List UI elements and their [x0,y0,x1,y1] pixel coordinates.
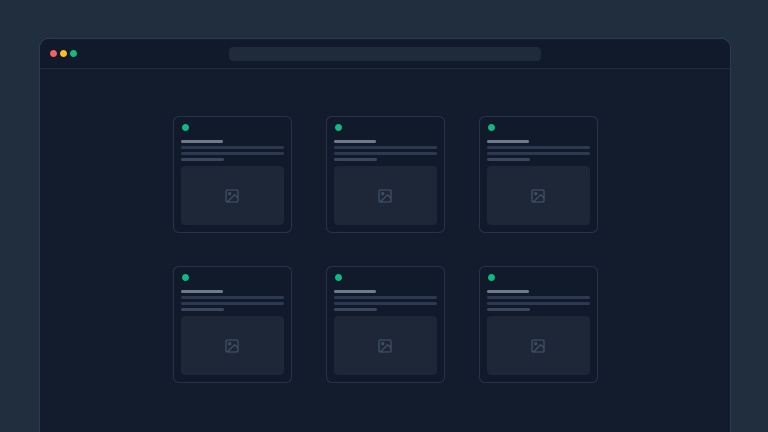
skeleton-body-line [487,296,590,299]
status-dot [335,274,342,281]
image-placeholder [487,166,590,225]
status-dot [488,274,495,281]
image-icon [377,338,393,354]
status-dot [488,124,495,131]
skeleton-body-line [334,146,437,149]
skeleton-title-line [181,290,223,293]
skeleton-footer-line [334,308,377,311]
skeleton-body-line [181,302,284,305]
status-dot [182,274,189,281]
status-dot [182,124,189,131]
skeleton-card[interactable] [479,266,598,383]
skeleton-footer-line [181,308,224,311]
skeleton-body-line [334,296,437,299]
browser-titlebar [40,39,730,69]
skeleton-footer-line [334,158,377,161]
image-icon [530,338,546,354]
minimize-button[interactable] [60,50,67,57]
skeleton-title-line [334,140,376,143]
card-grid [173,116,598,383]
skeleton-body-line [181,296,284,299]
skeleton-body-line [334,152,437,155]
skeleton-footer-line [181,158,224,161]
skeleton-title-line [487,140,529,143]
skeleton-card[interactable] [173,116,292,233]
skeleton-card[interactable] [479,116,598,233]
image-icon [224,338,240,354]
skeleton-title-line [181,140,223,143]
skeleton-body-line [334,302,437,305]
skeleton-body-line [181,152,284,155]
image-placeholder [487,316,590,375]
zoom-button[interactable] [70,50,77,57]
image-icon [530,188,546,204]
skeleton-footer-line [487,158,530,161]
skeleton-body-line [487,146,590,149]
image-icon [377,188,393,204]
status-dot [335,124,342,131]
skeleton-card[interactable] [326,266,445,383]
skeleton-title-line [334,290,376,293]
close-button[interactable] [50,50,57,57]
url-bar[interactable] [229,47,541,61]
traffic-lights [50,50,77,57]
skeleton-body-line [487,152,590,155]
skeleton-card[interactable] [173,266,292,383]
browser-window [39,38,731,432]
image-placeholder [181,166,284,225]
skeleton-title-line [487,290,529,293]
image-placeholder [181,316,284,375]
skeleton-footer-line [487,308,530,311]
image-placeholder [334,316,437,375]
image-placeholder [334,166,437,225]
skeleton-card[interactable] [326,116,445,233]
skeleton-body-line [487,302,590,305]
page-background [0,0,768,432]
content-area [40,69,730,383]
skeleton-body-line [181,146,284,149]
image-icon [224,188,240,204]
